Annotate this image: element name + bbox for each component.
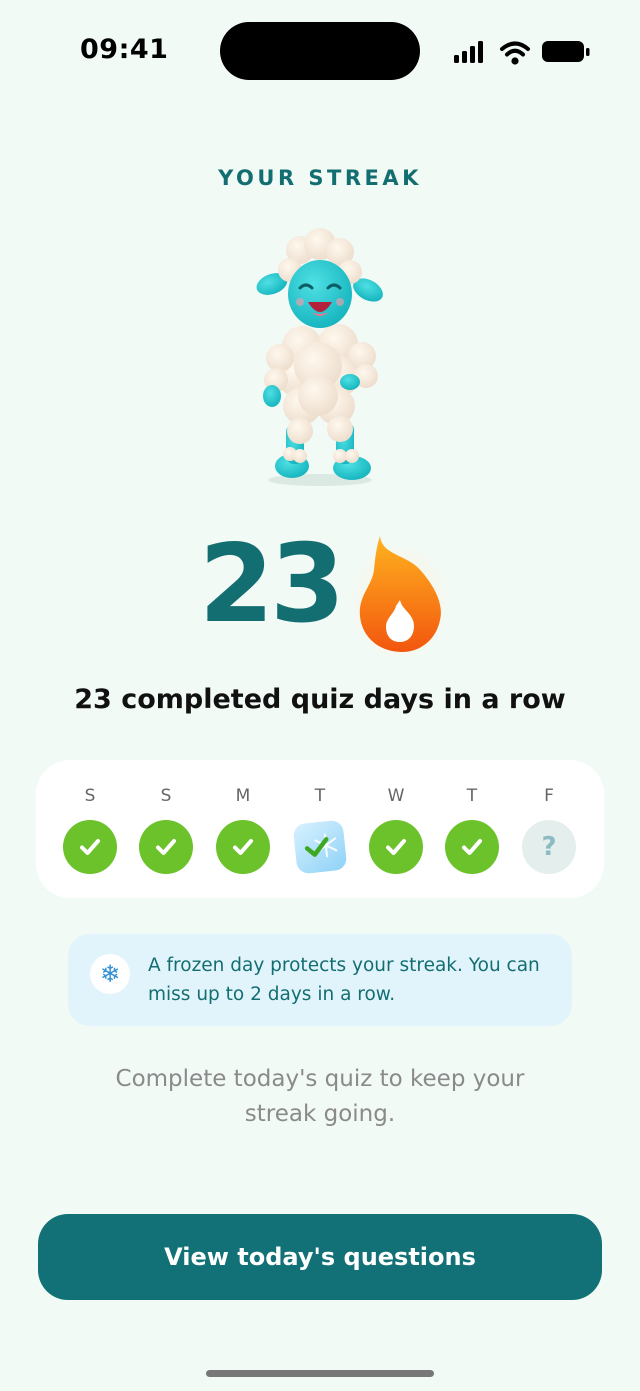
day-completed-badge (139, 820, 193, 874)
day-completed-badge (63, 820, 117, 874)
week-progress-card: S S M T W T F ? (36, 760, 604, 898)
day-wednesday: W (366, 760, 426, 898)
day-label: M (235, 786, 251, 806)
cellular-signal-icon (454, 41, 483, 63)
snowflake-icon: ❄ (90, 954, 130, 994)
streak-count-row: 23 (0, 520, 640, 658)
checkmark-icon (462, 839, 482, 855)
battery-icon (542, 41, 590, 62)
checkmark-icon (80, 839, 100, 855)
sheep-mascot-illustration (256, 228, 383, 486)
streak-subtitle: 23 completed quiz days in a row (74, 684, 566, 715)
day-saturday: S (136, 760, 196, 898)
page-title: YOUR STREAK (218, 166, 422, 190)
day-sunday: S (60, 760, 120, 898)
info-text: A frozen day protects your streak. You c… (148, 955, 540, 1005)
checkmark-icon (156, 839, 176, 855)
day-label: T (466, 786, 478, 806)
day-completed-badge (216, 820, 270, 874)
day-monday: M (213, 760, 273, 898)
streak-count: 23 (198, 522, 345, 647)
wifi-icon (500, 41, 530, 65)
day-frozen-badge (292, 819, 348, 875)
day-thursday: T (442, 760, 502, 898)
flame-icon (348, 534, 452, 658)
checkmark-icon (386, 839, 406, 855)
day-label: T (314, 786, 326, 806)
day-friday: F ? (519, 760, 579, 898)
question-mark-icon: ? (541, 832, 557, 862)
day-completed-badge (445, 820, 499, 874)
day-label: S (84, 786, 96, 806)
day-completed-badge (369, 820, 423, 874)
helper-text: Complete today's quiz to keep your strea… (115, 1066, 525, 1127)
day-pending-badge: ? (522, 820, 576, 874)
status-bar: 09:41 (0, 0, 640, 100)
day-tuesday: T (290, 760, 350, 898)
day-label: S (160, 786, 172, 806)
checkmark-icon (233, 839, 253, 855)
frozen-day-info: ❄ A frozen day protects your streak. You… (68, 934, 572, 1026)
day-label: F (544, 786, 554, 806)
view-questions-button[interactable]: View today's questions (38, 1214, 602, 1300)
dynamic-island (220, 22, 420, 80)
home-indicator (206, 1370, 434, 1377)
day-label: W (387, 786, 405, 806)
frozen-check-icon (304, 833, 338, 858)
status-icons (454, 41, 590, 65)
status-time: 09:41 (80, 34, 169, 65)
